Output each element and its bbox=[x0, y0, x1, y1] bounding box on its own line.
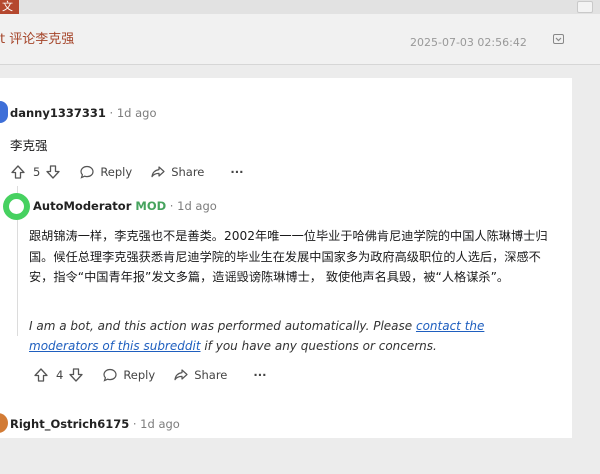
reply-icon bbox=[80, 165, 94, 179]
comment-age: · 1d ago bbox=[105, 106, 157, 120]
comment-author: AutoModerator MOD · 1d ago bbox=[33, 199, 217, 213]
post-title: t 评论李克强 bbox=[0, 32, 75, 47]
automoderator-avatar[interactable] bbox=[3, 193, 30, 220]
comment-actions: 4 Reply Share ··· bbox=[33, 367, 266, 383]
downvote-icon[interactable] bbox=[68, 367, 84, 383]
comment-author: danny1337331 · 1d ago bbox=[10, 106, 157, 120]
reply-button[interactable]: Reply bbox=[79, 164, 132, 180]
bot-disclaimer: I am a bot, and this action was performe… bbox=[29, 316, 554, 356]
reply-button[interactable]: Reply bbox=[102, 367, 155, 383]
more-options-button[interactable]: ··· bbox=[253, 368, 266, 382]
comment-age: · 1d ago bbox=[166, 199, 217, 213]
username[interactable]: Right_Ostrich6175 bbox=[10, 417, 129, 431]
bot-note-text-end: if you have any questions or concerns. bbox=[200, 339, 437, 353]
reply-icon bbox=[103, 368, 117, 382]
username[interactable]: AutoModerator bbox=[33, 199, 131, 213]
comment-author: Right_Ostrich6175 · 1d ago bbox=[10, 417, 180, 431]
share-label: Share bbox=[194, 368, 228, 382]
share-button[interactable]: Share bbox=[173, 367, 227, 383]
more-options-button[interactable]: ··· bbox=[230, 165, 243, 179]
vote-count: 5 bbox=[33, 165, 41, 179]
top-bar: 文 bbox=[0, 0, 600, 15]
bot-note-text: I am a bot, and this action was performe… bbox=[29, 319, 416, 333]
upvote-icon[interactable] bbox=[10, 164, 26, 180]
reply-label: Reply bbox=[123, 368, 156, 382]
share-icon bbox=[174, 369, 188, 381]
share-button[interactable]: Share bbox=[150, 164, 204, 180]
collapse-icon[interactable] bbox=[553, 34, 564, 44]
language-tag[interactable]: 文 bbox=[0, 0, 19, 14]
vote-count: 4 bbox=[56, 368, 64, 382]
mod-badge: MOD bbox=[135, 199, 167, 213]
upvote-icon[interactable] bbox=[33, 367, 49, 383]
username[interactable]: danny1337331 bbox=[10, 106, 106, 120]
post-timestamp: 2025-07-03 02:56:42 bbox=[410, 36, 527, 49]
comment-text: 李克强 bbox=[10, 138, 48, 153]
share-label: Share bbox=[171, 165, 205, 179]
window-button[interactable] bbox=[577, 1, 593, 13]
comment-actions: 5 Reply Share ··· bbox=[10, 164, 243, 180]
post-header: t 评论李克强 2025-07-03 02:56:42 bbox=[0, 14, 600, 65]
comment-text: 跟胡锦涛一样，李克强也不是善类。2002年唯一一位毕业于哈佛肯尼迪学院的中国人陈… bbox=[29, 229, 548, 284]
share-icon bbox=[151, 166, 165, 178]
reply-label: Reply bbox=[100, 165, 133, 179]
downvote-icon[interactable] bbox=[45, 164, 61, 180]
comment-age: · 1d ago bbox=[129, 417, 180, 431]
